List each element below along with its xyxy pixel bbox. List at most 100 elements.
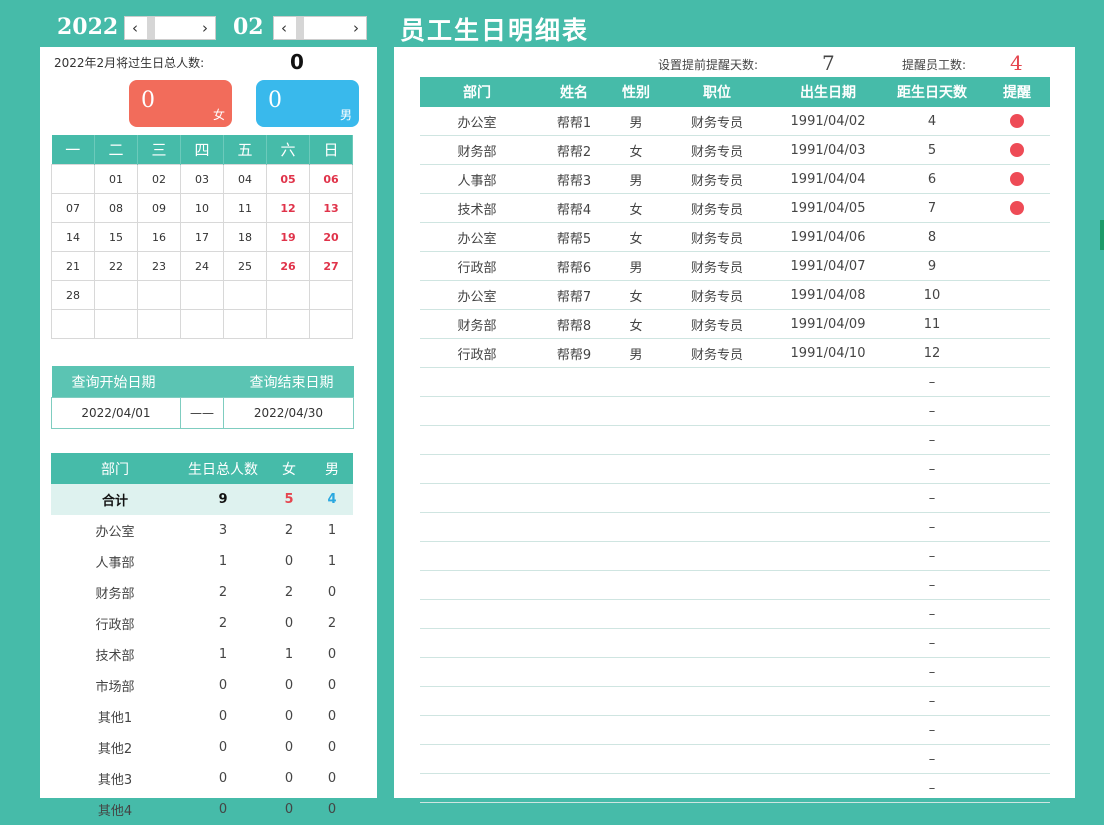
calendar-day[interactable]: 07 xyxy=(51,193,95,223)
calendar-day[interactable]: 26 xyxy=(266,251,310,281)
dept-male: 1 xyxy=(327,523,337,538)
month-prev-button[interactable]: ‹ xyxy=(274,17,294,39)
year-next-button[interactable]: › xyxy=(195,17,215,39)
emp-cell-empty xyxy=(614,570,658,600)
calendar-day[interactable]: 11 xyxy=(223,193,267,223)
calendar-day[interactable]: 17 xyxy=(180,222,224,252)
calendar-day[interactable] xyxy=(180,280,224,310)
calendar-day[interactable] xyxy=(94,309,138,339)
emp-days: 11 xyxy=(880,309,984,339)
calendar-day[interactable]: 16 xyxy=(137,222,181,252)
emp-name: 帮帮5 xyxy=(534,222,614,252)
reminder-dot-icon xyxy=(1010,201,1024,215)
calendar-day[interactable]: 18 xyxy=(223,222,267,252)
calendar-day[interactable] xyxy=(309,309,353,339)
emp-cell-empty xyxy=(420,657,534,687)
month-scroll-track[interactable] xyxy=(294,17,346,39)
page-title: 员工生日明细表 xyxy=(400,16,590,45)
calendar-day[interactable]: 22 xyxy=(94,251,138,281)
calendar-day[interactable]: 12 xyxy=(266,193,310,223)
emp-title: 财务专员 xyxy=(658,164,776,194)
calendar-day[interactable]: 24 xyxy=(180,251,224,281)
calendar-day[interactable]: 01 xyxy=(94,164,138,194)
calendar-day[interactable]: 19 xyxy=(266,222,310,252)
calendar-day[interactable]: 15 xyxy=(94,222,138,252)
calendar-day[interactable] xyxy=(51,164,95,194)
year-scroll-thumb[interactable] xyxy=(147,17,155,39)
dept-row: 市场部 0 0 0 xyxy=(51,670,353,701)
emp-cell-empty xyxy=(658,570,776,600)
table-row[interactable]: 办公室 帮帮1 男财务专员 1991/04/02 4 xyxy=(420,107,1050,136)
calendar-day[interactable] xyxy=(51,309,95,339)
month-next-button[interactable]: › xyxy=(346,17,366,39)
emp-cell-empty xyxy=(534,425,614,455)
year-prev-button[interactable]: ‹ xyxy=(125,17,145,39)
emp-remind xyxy=(984,135,1050,165)
calendar-day[interactable]: 02 xyxy=(137,164,181,194)
calendar-day[interactable]: 28 xyxy=(51,280,95,310)
emp-dept: 财务部 xyxy=(420,135,534,165)
emp-days: 5 xyxy=(880,135,984,165)
dept-female: 0 xyxy=(284,771,294,786)
calendar-day[interactable]: 06 xyxy=(309,164,353,194)
emp-cell-empty xyxy=(984,367,1050,397)
calendar-day[interactable]: 05 xyxy=(266,164,310,194)
advance-days-value[interactable]: 7 xyxy=(822,51,835,75)
calendar-day[interactable]: 20 xyxy=(309,222,353,252)
table-row[interactable]: 人事部 帮帮3 男财务专员 1991/04/04 6 xyxy=(420,164,1050,194)
emp-cell-empty xyxy=(776,628,880,658)
table-row[interactable]: 办公室 帮帮5 女财务专员 1991/04/06 8 xyxy=(420,222,1050,252)
emp-title: 财务专员 xyxy=(658,338,776,368)
emp-cell-empty xyxy=(984,454,1050,484)
calendar-day[interactable]: 25 xyxy=(223,251,267,281)
month-scroll-thumb[interactable] xyxy=(296,17,304,39)
dept-header-total: 生日总人数 xyxy=(179,453,267,484)
table-row[interactable]: 行政部 帮帮9 男财务专员 1991/04/10 12 xyxy=(420,338,1050,368)
calendar-day[interactable]: 27 xyxy=(309,251,353,281)
calendar-day[interactable]: 03 xyxy=(180,164,224,194)
dept-header-male: 男 xyxy=(311,453,353,484)
calendar-day[interactable]: 10 xyxy=(180,193,224,223)
query-end-date[interactable]: 2022/04/30 xyxy=(223,397,354,429)
month-spinner[interactable]: ‹ › xyxy=(273,16,367,40)
table-row[interactable]: 财务部 帮帮8 女财务专员 1991/04/09 11 xyxy=(420,309,1050,339)
calendar-day[interactable] xyxy=(223,309,267,339)
calendar-day[interactable] xyxy=(137,280,181,310)
calendar-week: 21 22 23 24 25 26 27 xyxy=(51,251,353,281)
calendar-day[interactable] xyxy=(137,309,181,339)
calendar-day[interactable]: 04 xyxy=(223,164,267,194)
table-row[interactable]: 技术部 帮帮4 女财务专员 1991/04/05 7 xyxy=(420,193,1050,223)
emp-cell-empty xyxy=(776,483,880,513)
calendar-day[interactable]: 21 xyxy=(51,251,95,281)
emp-dept: 行政部 xyxy=(420,338,534,368)
emp-cell-empty xyxy=(984,599,1050,629)
calendar-day[interactable]: 14 xyxy=(51,222,95,252)
calendar-day[interactable] xyxy=(266,280,310,310)
table-row-empty: – xyxy=(420,541,1050,571)
emp-days-empty: – xyxy=(880,599,984,629)
calendar-day[interactable]: 08 xyxy=(94,193,138,223)
emp-cell-empty xyxy=(776,454,880,484)
emp-gender: 女 xyxy=(614,135,658,165)
table-row[interactable]: 办公室 帮帮7 女财务专员 1991/04/08 10 xyxy=(420,280,1050,310)
calendar-day[interactable]: 09 xyxy=(137,193,181,223)
emp-cell-empty xyxy=(658,454,776,484)
table-row[interactable]: 财务部 帮帮2 女财务专员 1991/04/03 5 xyxy=(420,135,1050,165)
calendar-day[interactable]: 13 xyxy=(309,193,353,223)
emp-cell-empty xyxy=(534,396,614,426)
calendar-week: 01 02 03 04 05 06 xyxy=(51,164,353,194)
calendar-day[interactable]: 23 xyxy=(137,251,181,281)
calendar-day[interactable] xyxy=(223,280,267,310)
emp-cell-empty xyxy=(984,396,1050,426)
calendar-day[interactable] xyxy=(309,280,353,310)
year-spinner[interactable]: ‹ › xyxy=(124,16,216,40)
table-row-empty: – xyxy=(420,744,1050,774)
dept-total-count: 9 xyxy=(179,484,267,515)
table-row[interactable]: 行政部 帮帮6 男财务专员 1991/04/07 9 xyxy=(420,251,1050,281)
year-scroll-track[interactable] xyxy=(145,17,195,39)
query-start-date[interactable]: 2022/04/01 xyxy=(51,397,181,429)
calendar-day[interactable] xyxy=(180,309,224,339)
calendar-day[interactable] xyxy=(94,280,138,310)
calendar-day[interactable] xyxy=(266,309,310,339)
dept-female: 0 xyxy=(284,678,294,693)
